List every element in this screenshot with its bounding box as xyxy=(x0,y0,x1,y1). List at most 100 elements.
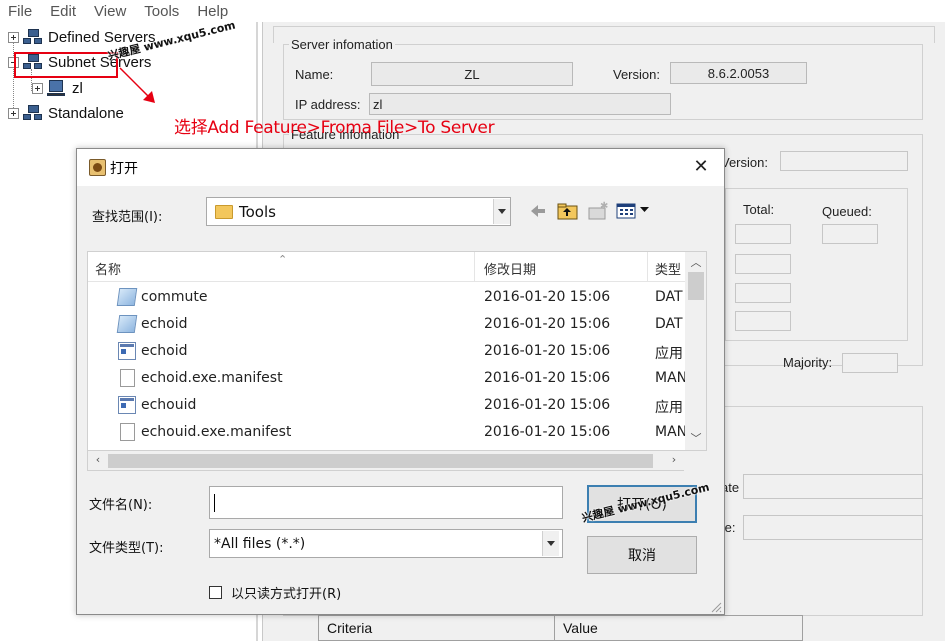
name-label: Name: xyxy=(295,67,334,82)
menu-tools[interactable]: Tools xyxy=(144,3,179,20)
server-info-title: Server infomation xyxy=(289,37,395,52)
chevron-down-icon[interactable] xyxy=(542,531,559,556)
column-separator[interactable] xyxy=(647,252,648,282)
cancel-button[interactable]: 取消 xyxy=(587,536,697,574)
feature-version-field xyxy=(780,151,908,171)
expand-icon[interactable] xyxy=(8,108,19,119)
total-field xyxy=(735,224,791,244)
file-name: commute xyxy=(141,289,208,305)
menu-help[interactable]: Help xyxy=(197,3,228,20)
version-field: 8.6.2.0053 xyxy=(670,62,807,84)
file-row[interactable]: echoid 2016-01-20 15:06 DAT xyxy=(88,311,685,338)
annotation-highlight-box xyxy=(14,52,118,78)
file-type: 应用 xyxy=(655,400,683,416)
up-folder-icon[interactable] xyxy=(557,201,579,221)
server-icon xyxy=(47,80,67,97)
column-modified-date[interactable]: 修改日期 xyxy=(484,252,644,282)
text-caret xyxy=(214,493,215,512)
file-date: 2016-01-20 15:06 xyxy=(484,343,611,359)
view-menu-icon[interactable] xyxy=(616,201,652,221)
file-type: DAT xyxy=(655,289,683,305)
file-date: 2016-01-20 15:06 xyxy=(484,424,611,440)
dat-file-icon xyxy=(116,315,138,333)
total-field xyxy=(735,311,791,331)
scroll-down-icon[interactable]: ﹀ xyxy=(688,430,704,446)
majority-field xyxy=(842,353,898,373)
expand-icon[interactable] xyxy=(8,32,19,43)
scroll-up-icon[interactable]: ︿ xyxy=(688,254,704,270)
queued-label: Queued: xyxy=(822,204,872,219)
close-button[interactable]: ✕ xyxy=(687,155,715,179)
scroll-right-icon[interactable]: › xyxy=(666,453,682,466)
file-row[interactable]: echouid 2016-01-20 15:06 应用 xyxy=(88,392,685,419)
annotation-text: 选择Add Feature>Froma File>To Server xyxy=(174,118,495,138)
date-field xyxy=(743,515,923,540)
open-file-dialog: 打开 ✕ 查找范围(I): Tools ✱ ⌃ 名称 修改日期 类型 commu… xyxy=(76,148,725,615)
file-name: echouid.exe.manifest xyxy=(141,424,292,440)
column-criteria[interactable]: Criteria xyxy=(319,616,555,640)
file-row[interactable]: echoid 2016-01-20 15:06 应用 xyxy=(88,338,685,365)
file-type-dropdown[interactable]: *All files (*.*) xyxy=(209,529,563,558)
vertical-scrollbar[interactable]: ︿ ﹀ xyxy=(685,252,706,450)
dialog-title: 打开 xyxy=(110,161,138,177)
column-value[interactable]: Value xyxy=(555,616,802,640)
version-label: Version: xyxy=(613,67,660,82)
file-type-label: 文件类型(T): xyxy=(89,541,164,556)
column-separator[interactable] xyxy=(474,252,475,282)
date-field xyxy=(743,474,923,499)
horizontal-scrollbar[interactable]: ‹ › xyxy=(87,451,684,471)
server-group-icon xyxy=(23,105,43,122)
menu-file[interactable]: File xyxy=(8,3,32,20)
file-row[interactable]: echouid.exe.manifest 2016-01-20 15:06 MA… xyxy=(88,419,685,446)
scroll-left-icon[interactable]: ‹ xyxy=(90,453,106,466)
feature-version-label: Version: xyxy=(721,155,768,170)
annotation-arrow-icon xyxy=(119,67,155,103)
scrollbar-thumb[interactable] xyxy=(688,272,704,300)
tree-item-zl[interactable]: zl xyxy=(32,80,83,97)
menu-view[interactable]: View xyxy=(94,3,126,20)
document-icon xyxy=(120,423,135,441)
file-date: 2016-01-20 15:06 xyxy=(484,316,611,332)
look-in-dropdown[interactable]: Tools xyxy=(206,197,511,226)
column-type[interactable]: 类型 xyxy=(655,252,685,282)
ip-address-label: IP address: xyxy=(295,97,361,112)
tree-item-standalone[interactable]: Standalone xyxy=(8,105,124,122)
scrollbar-thumb[interactable] xyxy=(108,454,653,468)
criteria-table-header: Criteria Value xyxy=(318,615,803,641)
new-folder-icon[interactable]: ✱ xyxy=(587,201,609,221)
dialog-titlebar[interactable]: 打开 ✕ xyxy=(77,149,724,186)
file-name: echoid xyxy=(141,316,188,332)
look-in-value: Tools xyxy=(239,203,276,221)
file-row[interactable]: commute 2016-01-20 15:06 DAT xyxy=(88,284,685,311)
file-date: 2016-01-20 15:06 xyxy=(484,397,611,413)
file-name-input[interactable] xyxy=(209,486,563,519)
resize-grip-icon[interactable] xyxy=(710,601,722,613)
file-type: 应用 xyxy=(655,346,683,362)
file-list-header: ⌃ 名称 修改日期 类型 xyxy=(88,252,706,282)
chevron-down-icon[interactable] xyxy=(493,199,510,224)
back-arrow-icon[interactable] xyxy=(529,201,547,221)
file-type: MAN xyxy=(655,370,685,386)
read-only-checkbox[interactable] xyxy=(209,586,222,599)
tree-item-label: zl xyxy=(72,80,83,97)
total-field xyxy=(735,283,791,303)
file-type: MAN xyxy=(655,424,685,440)
expand-icon[interactable] xyxy=(32,83,43,94)
total-field xyxy=(735,254,791,274)
server-group-icon xyxy=(23,29,43,46)
exe-file-icon xyxy=(118,396,136,414)
column-name[interactable]: 名称 xyxy=(95,252,465,282)
read-only-label[interactable]: 以只读方式打开(R) xyxy=(231,583,341,602)
document-icon xyxy=(120,369,135,387)
file-name-label: 文件名(N): xyxy=(89,498,153,513)
name-field: ZL xyxy=(371,62,573,86)
file-row[interactable]: echoid.exe.manifest 2016-01-20 15:06 MAN xyxy=(88,365,685,392)
file-list[interactable]: ⌃ 名称 修改日期 类型 commute 2016-01-20 15:06 DA… xyxy=(87,251,707,451)
file-type: DAT xyxy=(655,316,683,332)
file-date: 2016-01-20 15:06 xyxy=(484,289,611,305)
total-label: Total: xyxy=(743,202,775,217)
menu-edit[interactable]: Edit xyxy=(50,3,76,20)
look-in-label: 查找范围(I): xyxy=(92,210,163,225)
majority-label: Majority: xyxy=(783,355,833,370)
file-date: 2016-01-20 15:06 xyxy=(484,370,611,386)
